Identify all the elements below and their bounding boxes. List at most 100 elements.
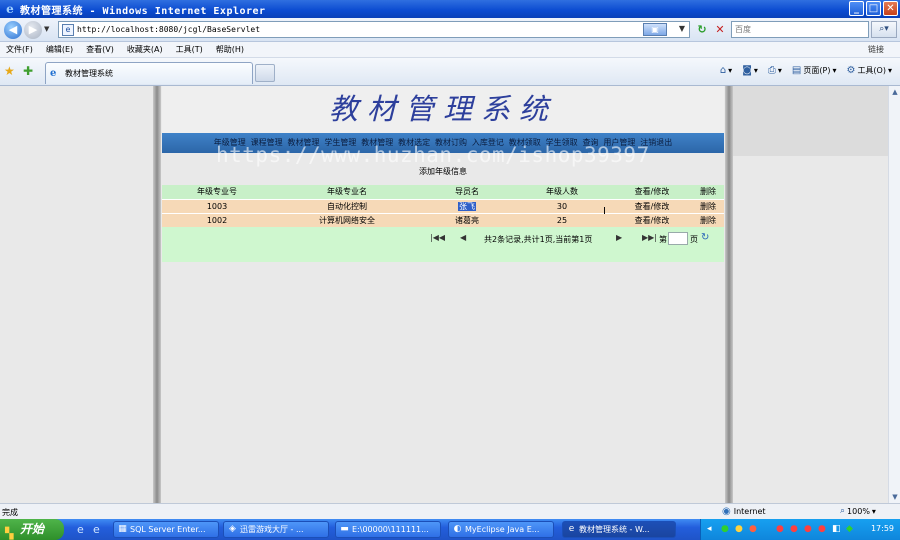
first-page-icon[interactable]: |◀◀ (430, 233, 445, 242)
tray-shield-icon[interactable]: ◆ (846, 524, 853, 534)
sql-server-icon: ▦ (118, 524, 127, 534)
quicklaunch-ie2-icon[interactable]: e (93, 523, 100, 536)
zoom-level: 100% (847, 506, 870, 516)
zoom-dropdown-icon[interactable]: ▾ (872, 507, 876, 516)
page-viewport: 教材管理系统 年级管理 课程管理 教材管理 学生管理 教材管理 教材选定 教材订… (0, 86, 888, 503)
page-menu-button[interactable]: ▤ 页面(P) ▾ (792, 65, 837, 76)
menu-help[interactable]: 帮助(H) (216, 44, 244, 55)
page-menu-label: 页面(P) (803, 66, 831, 75)
back-button[interactable]: ◀ (4, 21, 22, 39)
tab-active[interactable]: e 教材管理系统 (45, 62, 253, 84)
selected-text[interactable]: 张飞 (458, 201, 476, 211)
task-label: MyEclipse Java E... (465, 525, 540, 534)
game-hall-icon: ◈ (229, 524, 236, 534)
taskbar-item-folder[interactable]: ▬ E:\00000\111111... (335, 521, 441, 538)
add-grade-link[interactable]: 添加年级信息 (162, 166, 724, 177)
feeds-button[interactable]: ◙ ▾ (742, 65, 758, 76)
pager-info: 共2条记录,共计1页,当前第1页 (484, 235, 593, 244)
minimize-button[interactable]: _ (849, 1, 864, 16)
taskbar-item-myeclipse[interactable]: ◐ MyEclipse Java E... (448, 521, 554, 538)
quicklaunch-ie-icon[interactable]: e (77, 523, 84, 536)
history-dropdown-icon[interactable]: ▼ (44, 25, 49, 33)
address-toolbar: ◀ ▶ ▼ e http://localhost:8080/jcgl/BaseS… (0, 18, 900, 42)
tray-qq-icon[interactable]: ● (735, 524, 743, 534)
links-toolbar[interactable]: 链接 (868, 44, 884, 55)
magnifier-icon: ⌕ (840, 506, 846, 516)
tray-user-icon[interactable]: ● (776, 524, 784, 534)
go-icon[interactable]: ↻ (701, 232, 709, 243)
forward-button[interactable]: ▶ (24, 21, 42, 39)
delete-link[interactable]: 删除 (692, 212, 724, 227)
stop-icon[interactable]: ✕ (712, 22, 728, 38)
close-button[interactable]: ✕ (883, 1, 898, 16)
right-margin (733, 86, 888, 156)
table-cell: 25 (512, 212, 612, 227)
col-header: 年级专业号 (162, 185, 272, 199)
tray-icon[interactable]: ◂ (707, 524, 712, 534)
print-button[interactable]: ⎙ ▾ (768, 65, 782, 76)
gear-icon: ⚙ (846, 65, 856, 76)
start-label: 开始 (20, 522, 45, 536)
address-url[interactable]: http://localhost:8080/jcgl/BaseServlet (77, 25, 260, 34)
col-header: 删除 (692, 185, 724, 199)
scroll-down-icon[interactable]: ▼ (890, 491, 900, 503)
rss-icon: ◙ (742, 65, 752, 76)
ie-logo-icon: e (6, 2, 14, 16)
menu-favorites[interactable]: 收藏夹(A) (127, 44, 163, 55)
menu-tools[interactable]: 工具(T) (176, 44, 203, 55)
prev-page-icon[interactable]: ◀ (460, 233, 466, 242)
scroll-up-icon[interactable]: ▲ (890, 86, 900, 98)
menu-view[interactable]: 查看(V) (86, 44, 114, 55)
last-page-icon[interactable]: ▶▶| (642, 233, 657, 242)
status-bar: 完成 ◉ Internet ⌕ 100% ▾ (0, 503, 900, 519)
search-button[interactable]: ⌕▾ (871, 21, 897, 38)
address-dropdown-icon[interactable]: ▼ (679, 24, 685, 33)
command-bar: ⌂ ▾ ◙ ▾ ⎙ ▾ ▤ 页面(P) ▾ ⚙ 工具(O) ▾ (720, 65, 892, 76)
pagination: |◀◀ ◀ 共2条记录,共计1页,当前第1页 ▶ ▶▶| 第 页 ↻ (162, 231, 724, 247)
table-cell: 30 (512, 198, 612, 213)
col-header: 导员名 (422, 185, 512, 199)
taskbar-item-sql[interactable]: ▦ SQL Server Enter... (113, 521, 219, 538)
home-button[interactable]: ⌂ ▾ (720, 65, 732, 76)
favorites-star-icon[interactable]: ★ (4, 64, 15, 78)
tray-user3-icon[interactable]: ● (804, 524, 812, 534)
maximize-button[interactable]: □ (866, 1, 881, 16)
delete-link[interactable]: 删除 (692, 198, 724, 213)
new-tab-button[interactable] (255, 64, 275, 82)
refresh-icon[interactable]: ↻ (694, 22, 710, 38)
watermark-text: https://www.huzhan.com/ishop39397 (216, 143, 650, 167)
app-title: 教材管理系统 (328, 92, 557, 126)
page-number-input[interactable] (668, 232, 688, 245)
address-bar[interactable]: e http://localhost:8080/jcgl/BaseServlet… (58, 21, 690, 38)
view-edit-link[interactable]: 查看/修改 (612, 212, 692, 227)
tray-volume-icon[interactable]: ◧ (832, 524, 841, 534)
next-page-icon[interactable]: ▶ (616, 233, 622, 242)
tools-menu-label: 工具(O) (857, 66, 886, 75)
menu-file[interactable]: 文件(F) (6, 44, 33, 55)
tools-menu-button[interactable]: ⚙ 工具(O) ▾ (846, 65, 892, 76)
page-menu-icon: ▤ (791, 65, 802, 76)
view-edit-link[interactable]: 查看/修改 (612, 198, 692, 213)
tray-qq2-icon[interactable]: ● (749, 524, 757, 534)
compatibility-view-icon[interactable]: ▣ (643, 23, 667, 36)
start-button[interactable]: ▚ 开始 (0, 519, 64, 540)
ie-task-icon: e (568, 524, 575, 534)
system-tray: ◂ ● ● ● ● ● ● ● ◧ ◆ 17:59 (700, 519, 900, 540)
table-row: 1002 计算机网络安全 诸葛亮 25 查看/修改 删除 (162, 212, 724, 227)
app-banner: 教材管理系统 (162, 86, 724, 133)
add-favorite-icon[interactable]: ✚ (23, 64, 33, 78)
vertical-scrollbar[interactable]: ▲ ▼ (888, 86, 900, 503)
menu-edit[interactable]: 编辑(E) (46, 44, 73, 55)
task-label: E:\00000\111111... (352, 525, 429, 534)
tray-user2-icon[interactable]: ● (790, 524, 798, 534)
page-suffix: 页 (690, 235, 698, 244)
clock: 17:59 (870, 524, 894, 533)
taskbar-item-xunlei[interactable]: ◈ 迅雷游戏大厅 - ... (223, 521, 329, 538)
tray-user4-icon[interactable]: ● (818, 524, 826, 534)
search-input[interactable]: 百度 (731, 21, 869, 38)
tab-title: 教材管理系统 (65, 69, 113, 78)
taskbar-item-ie[interactable]: e 教材管理系统 - W... (562, 521, 676, 538)
zoom-control[interactable]: ⌕ 100% ▾ (840, 506, 876, 516)
tray-network-icon[interactable]: ● (721, 524, 729, 534)
col-header: 年级人数 (512, 185, 612, 199)
